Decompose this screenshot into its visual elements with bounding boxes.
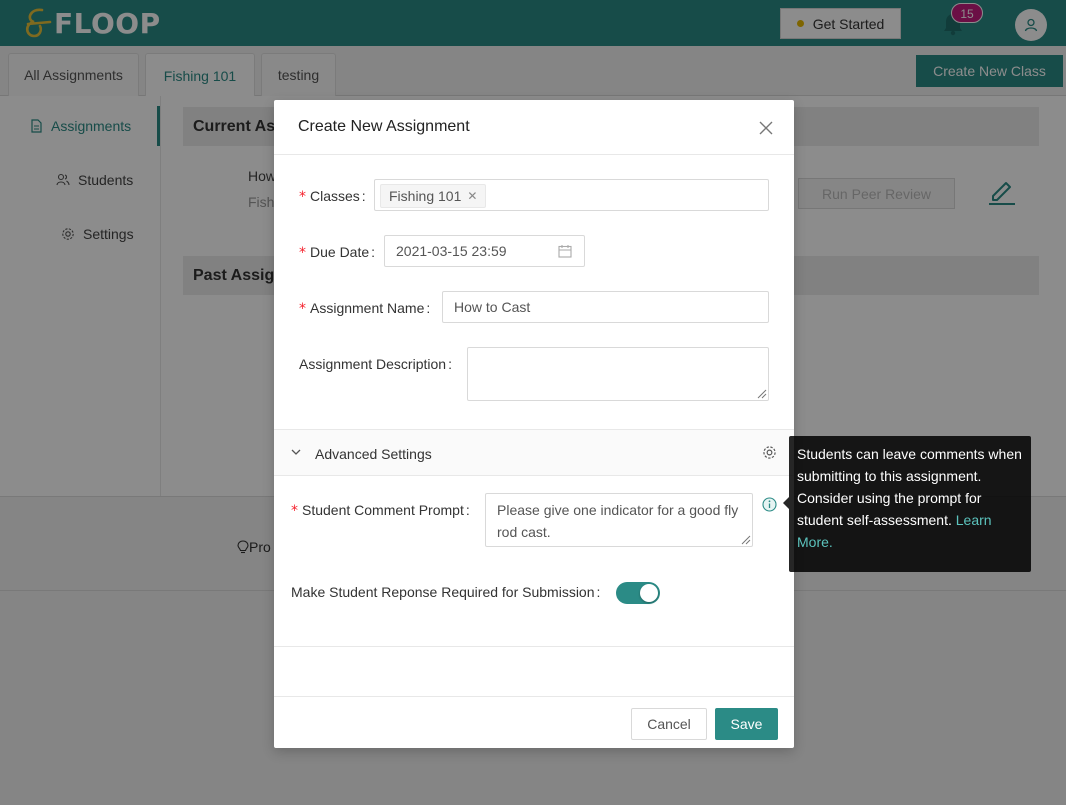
comment-prompt-label: * Student Comment Prompt:	[291, 502, 470, 519]
modal-title: Create New Assignment	[298, 118, 470, 135]
toggle-knob	[640, 584, 658, 602]
required-response-label: Make Student Reponse Required for Submis…	[291, 584, 601, 600]
gear-icon[interactable]	[762, 445, 777, 460]
calendar-icon	[558, 245, 572, 258]
chevron-down-icon	[291, 449, 301, 455]
modal-footer: Cancel Save	[274, 696, 794, 748]
comment-prompt-value: Please give one indicator for a good fly…	[497, 502, 739, 540]
comment-prompt-textarea[interactable]: Please give one indicator for a good fly…	[485, 493, 753, 547]
info-icon[interactable]	[762, 497, 777, 512]
comment-prompt-tooltip: Students can leave comments when submitt…	[789, 436, 1031, 572]
advanced-settings-label: Advanced Settings	[315, 446, 432, 462]
advanced-settings-header[interactable]: Advanced Settings	[274, 429, 794, 476]
class-tag: Fishing 101 ✕	[380, 184, 487, 208]
tag-remove-icon[interactable]: ✕	[467, 189, 477, 203]
description-textarea[interactable]	[467, 347, 769, 401]
resize-handle-icon[interactable]	[739, 533, 751, 545]
assignment-name-label: * Assignment Name:	[299, 300, 431, 317]
modal-header: Create New Assignment	[274, 100, 794, 155]
due-date-picker[interactable]: 2021-03-15 23:59	[384, 235, 585, 267]
description-label: Assignment Description:	[299, 356, 452, 372]
assignment-name-value: How to Cast	[454, 299, 531, 315]
required-response-toggle[interactable]	[616, 582, 660, 604]
create-assignment-modal: Create New Assignment * Classes: Fishing …	[274, 100, 794, 748]
cancel-button[interactable]: Cancel	[631, 708, 707, 740]
assignment-name-input[interactable]: How to Cast	[442, 291, 769, 323]
classes-label: * Classes:	[299, 188, 366, 205]
close-button[interactable]	[756, 118, 776, 138]
due-date-label: * Due Date:	[299, 244, 376, 261]
classes-select[interactable]: Fishing 101 ✕	[374, 179, 769, 211]
due-date-value: 2021-03-15 23:59	[396, 243, 507, 259]
close-icon	[759, 121, 773, 135]
save-button[interactable]: Save	[715, 708, 778, 740]
class-tag-label: Fishing 101	[389, 188, 462, 204]
resize-handle-icon[interactable]	[755, 387, 767, 399]
